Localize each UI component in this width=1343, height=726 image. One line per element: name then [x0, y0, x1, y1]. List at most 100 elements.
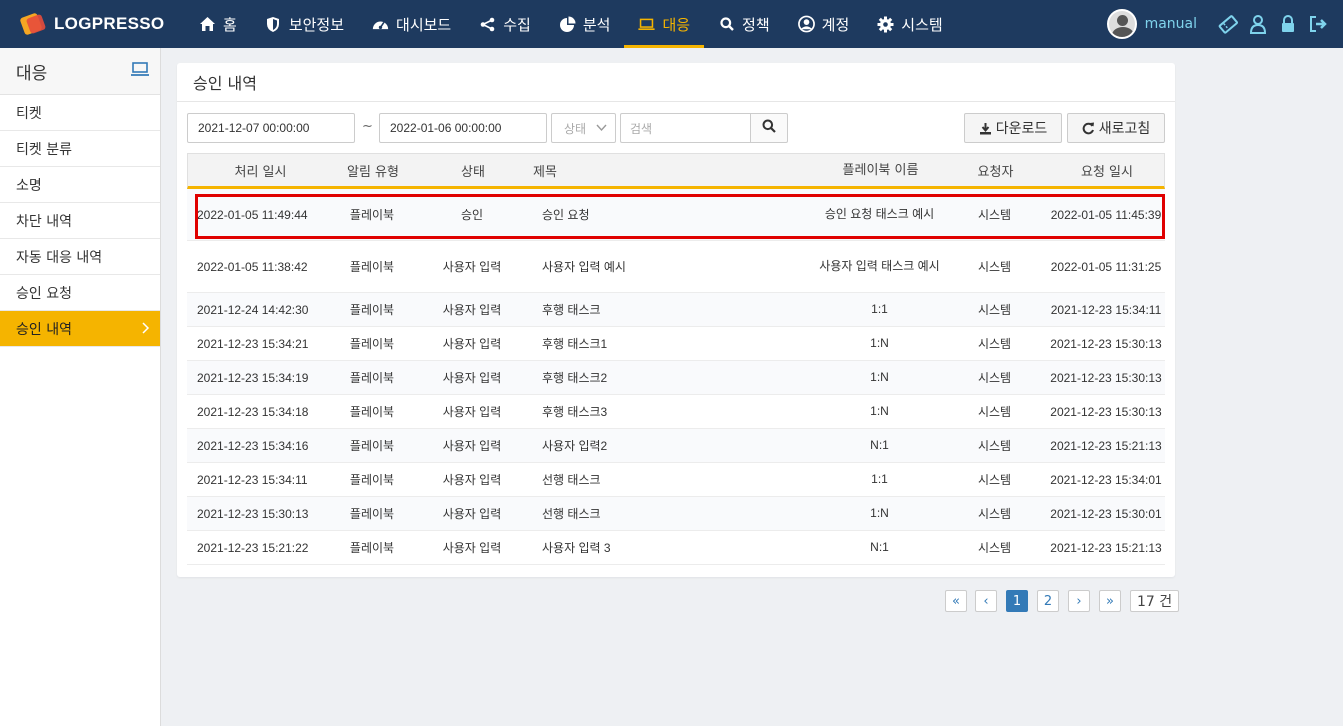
username[interactable]: manual: [1145, 16, 1197, 32]
user-circle-icon: [797, 15, 815, 33]
sidebar-item-4[interactable]: 자동 대응 내역: [0, 239, 160, 275]
ticket-icon[interactable]: [1217, 13, 1239, 35]
start-date-field[interactable]: 2021-12-07 00:00:00: [187, 113, 355, 143]
processed-time-cell: 2021-12-23 15:21:22: [197, 540, 309, 555]
sidebar-item-0[interactable]: 티켓: [0, 95, 160, 131]
column-header[interactable]: 상태: [413, 161, 533, 180]
nav-item-0[interactable]: 홈: [185, 0, 251, 48]
sidebar-item-3[interactable]: 차단 내역: [0, 203, 160, 239]
nav-item-7[interactable]: 계정: [784, 0, 864, 48]
title-cell: 선행 태스크: [542, 473, 601, 487]
search-icon: [718, 16, 735, 33]
table-header: 처리 일시 알림 유형 상태 제목 플레이북 이름 요청자 요청 일시: [187, 153, 1165, 189]
end-date-field[interactable]: 2022-01-06 00:00:00: [379, 113, 547, 143]
main-nav: 홈 보안정보 대시보드 수집 분석 대응 정책 계정 시스템: [185, 0, 957, 48]
sidebar-item-label: 차단 내역: [16, 213, 72, 230]
first-page-button[interactable]: «: [945, 590, 967, 612]
lock-icon[interactable]: [1277, 13, 1299, 35]
requested-time-cell: 2021-12-23 15:34:01: [1050, 472, 1162, 487]
status-cell: 사용자 입력: [442, 337, 502, 351]
column-header[interactable]: 제목: [533, 161, 818, 180]
requested-time-cell: 2021-12-23 15:21:13: [1050, 438, 1162, 453]
requester-cell: 시스템: [977, 303, 1012, 317]
nav-item-8[interactable]: 시스템: [863, 0, 956, 48]
column-header[interactable]: 요청자: [943, 161, 1048, 180]
playbook-name-cell: N:1: [870, 438, 889, 452]
table-row[interactable]: 2021-12-23 15:34:21 플레이북 사용자 입력 후행 태스크1 1:N 시…: [187, 327, 1165, 361]
sidebar-item-5[interactable]: 승인 요청: [0, 275, 160, 311]
last-page-button[interactable]: »: [1099, 590, 1121, 612]
status-select[interactable]: 상태: [551, 113, 616, 143]
requester-cell: 시스템: [977, 439, 1012, 453]
alert-type-cell: 플레이북: [349, 303, 395, 317]
sidebar-item-2[interactable]: 소명: [0, 167, 160, 203]
nav-item-3[interactable]: 수집: [465, 0, 545, 48]
table-row[interactable]: 2021-12-23 15:34:16 플레이북 사용자 입력 사용자 입력2 N:1 시…: [187, 429, 1165, 463]
title-cell: 사용자 입력 3: [542, 541, 611, 555]
requested-time-cell: 2021-12-23 15:30:01: [1050, 506, 1162, 521]
status-cell: 사용자 입력: [442, 371, 502, 385]
download-icon: [979, 122, 992, 135]
nav-item-5[interactable]: 대응: [624, 0, 704, 48]
search-button[interactable]: [750, 113, 788, 143]
sidebar-item-1[interactable]: 티켓 분류: [0, 131, 160, 167]
title-cell: 사용자 입력2: [542, 439, 608, 453]
requested-time-cell: 2021-12-23 15:34:11: [1050, 302, 1162, 317]
nav-item-6[interactable]: 정책: [704, 0, 784, 48]
playbook-name-cell: N:1: [870, 540, 889, 554]
nav-item-4[interactable]: 분석: [545, 0, 625, 48]
laptop-icon: [130, 61, 150, 81]
title-cell: 후행 태스크: [542, 303, 601, 317]
sidebar-item-6[interactable]: 승인 내역: [0, 311, 160, 347]
column-header[interactable]: 알림 유형: [333, 161, 413, 180]
alert-type-cell: 플레이북: [349, 208, 395, 222]
avatar[interactable]: [1106, 9, 1137, 39]
table-row[interactable]: 2021-12-23 15:30:13 플레이북 사용자 입력 선행 태스크 1:N 시스…: [187, 497, 1165, 531]
requester-cell: 시스템: [977, 371, 1012, 385]
status-cell: 사용자 입력: [442, 541, 502, 555]
title-cell: 선행 태스크: [542, 507, 601, 521]
page-2-button[interactable]: 2: [1037, 590, 1059, 612]
playbook-name-cell: 사용자 입력 태스크 예시: [819, 259, 940, 273]
requested-time-cell: 2022-01-05 11:45:39: [1050, 207, 1162, 222]
playbook-name-cell: 1:1: [871, 472, 888, 486]
logo[interactable]: LOGPRESSO: [19, 12, 172, 36]
sidebar-item-label: 승인 내역: [16, 321, 72, 338]
table-row[interactable]: 2021-12-23 15:34:18 플레이북 사용자 입력 후행 태스크3 1:N 시…: [187, 395, 1165, 429]
approval-table: 처리 일시 알림 유형 상태 제목 플레이북 이름 요청자 요청 일시 2022-01-05…: [187, 153, 1165, 565]
requester-cell: 시스템: [977, 473, 1012, 487]
playbook-name-cell: 1:N: [870, 404, 889, 418]
table-row[interactable]: 2021-12-23 15:34:19 플레이북 사용자 입력 후행 태스크2 1:N 시…: [187, 361, 1165, 395]
refresh-button[interactable]: 새로고침: [1067, 113, 1165, 143]
playbook-name-cell: 1:N: [870, 370, 889, 384]
page-1-button[interactable]: 1: [1006, 590, 1028, 612]
table-row[interactable]: 2022-01-05 11:49:44 플레이북 승인 승인 요청 승인 요청 태스크 …: [187, 189, 1165, 241]
download-button[interactable]: 다운로드: [964, 113, 1062, 143]
nav-item-label: 보안정보: [288, 15, 345, 34]
status-cell: 승인: [460, 208, 484, 222]
requester-cell: 시스템: [977, 541, 1012, 555]
column-header[interactable]: 요청 일시: [1048, 161, 1166, 180]
next-page-button[interactable]: ›: [1068, 590, 1090, 612]
table-row[interactable]: 2022-01-05 11:38:42 플레이북 사용자 입력 사용자 입력 예시 사용…: [187, 241, 1165, 293]
nav-item-2[interactable]: 대시보드: [358, 0, 465, 48]
search-input[interactable]: 검색: [620, 113, 750, 143]
sign-out-icon[interactable]: [1307, 13, 1329, 35]
alert-type-cell: 플레이북: [349, 541, 395, 555]
table-row[interactable]: 2021-12-23 15:34:11 플레이북 사용자 입력 선행 태스크 1:1 시스…: [187, 463, 1165, 497]
column-header[interactable]: 플레이북 이름: [818, 163, 943, 178]
column-header[interactable]: 처리 일시: [188, 161, 333, 180]
processed-time-cell: 2022-01-05 11:49:44: [197, 207, 308, 222]
table-row[interactable]: 2021-12-24 14:42:30 플레이북 사용자 입력 후행 태스크 1:1 시스…: [187, 293, 1165, 327]
nav-item-label: 대시보드: [396, 15, 452, 34]
alert-type-cell: 플레이북: [349, 260, 395, 274]
nav-item-label: 계정: [821, 15, 850, 34]
nav-item-1[interactable]: 보안정보: [251, 0, 358, 48]
user-outline-icon[interactable]: [1247, 13, 1269, 35]
status-cell: 사용자 입력: [442, 507, 502, 521]
prev-page-button[interactable]: ‹: [975, 590, 997, 612]
processed-time-cell: 2021-12-23 15:34:19: [197, 370, 309, 385]
filter-toolbar: 2021-12-07 00:00:00 ~ 2022-01-06 00:00:0…: [187, 113, 1165, 143]
refresh-icon: [1082, 122, 1095, 135]
table-row[interactable]: 2021-12-23 15:21:22 플레이북 사용자 입력 사용자 입력 3 N:1…: [187, 531, 1165, 565]
